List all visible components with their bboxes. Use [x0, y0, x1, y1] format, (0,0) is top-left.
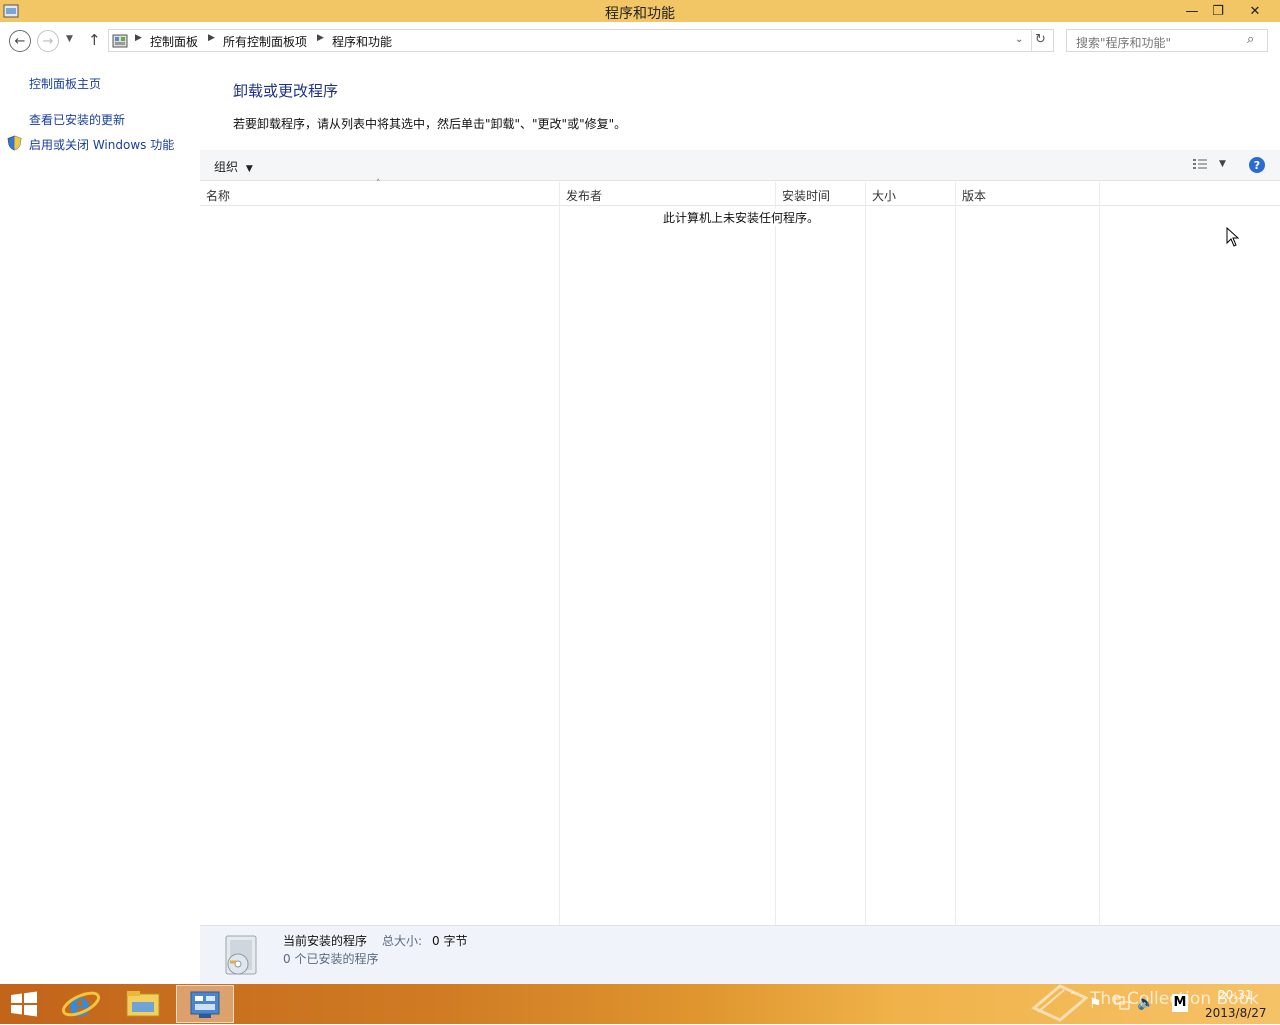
column-header-size[interactable]: 大小 [872, 187, 896, 204]
breadcrumb-control-panel[interactable]: 控制面板 [150, 33, 198, 50]
installed-count: 0 个已安装的程序 [283, 952, 379, 966]
organize-label: 组织 [214, 160, 239, 174]
close-button[interactable]: ✕ [1240, 0, 1270, 22]
chevron-down-icon: ▼ [245, 164, 253, 174]
address-divider [1031, 30, 1032, 51]
details-title: 当前安装的程序 [283, 934, 368, 948]
recent-locations-button[interactable]: ▼ [66, 34, 73, 44]
search-icon[interactable]: ⌕ [1247, 32, 1254, 47]
refresh-button[interactable]: ↻ [1035, 32, 1046, 47]
book-watermark-icon [1030, 978, 1089, 1022]
total-size-label: 总大小: [382, 934, 423, 948]
volume-icon[interactable]: 🔈 [1137, 995, 1154, 1011]
column-header-name[interactable]: 名称 [206, 187, 230, 204]
folder-icon [126, 991, 160, 1017]
view-options-button[interactable] [1192, 157, 1208, 171]
start-button[interactable] [10, 991, 38, 1017]
breadcrumb-separator: ▶ [317, 33, 324, 43]
taskbar-file-explorer[interactable] [124, 988, 162, 1020]
show-hidden-icons-button[interactable]: ˄ [1070, 990, 1076, 1003]
programs-icon [220, 932, 264, 978]
page-description: 若要卸载程序，请从列表中将其选中，然后单击"卸载"、"更改"或"修复"。 [233, 117, 627, 131]
taskbar-control-panel-active[interactable] [176, 985, 234, 1023]
search-input[interactable]: 搜索"程序和功能" ⌕ [1066, 29, 1268, 52]
help-button[interactable]: ? [1249, 157, 1265, 173]
svg-text:e: e [69, 986, 91, 1022]
column-divider[interactable] [865, 182, 866, 925]
arrow-right-icon: → [42, 33, 54, 49]
up-button[interactable]: ↑ [88, 31, 101, 49]
arrow-up-icon: ↑ [88, 31, 101, 49]
network-icon[interactable] [1114, 996, 1130, 1010]
sort-ascending-icon: ˄ [376, 179, 381, 189]
sidebar-item-windows-features[interactable]: 启用或关闭 Windows 功能 [29, 136, 174, 153]
view-dropdown-button[interactable]: ▼ [1219, 159, 1226, 169]
organize-button[interactable]: 组织 ▼ [214, 158, 253, 175]
address-dropdown-button[interactable]: ⌄ [1015, 34, 1023, 45]
taskbar: e ˄ The Collection Book ⚑ 🔈 M 20:31 2013… [0, 984, 1280, 1025]
column-header-publisher[interactable]: 发布者 [566, 187, 602, 204]
windows-logo-icon [11, 991, 37, 1017]
total-size-value: 0 字节 [432, 934, 468, 948]
breadcrumb-all-items[interactable]: 所有控制面板项 [223, 33, 307, 50]
sidebar-item-installed-updates[interactable]: 查看已安装的更新 [29, 111, 125, 128]
chevron-down-icon: ⌄ [1015, 34, 1024, 45]
taskbar-internet-explorer[interactable]: e [60, 985, 102, 1025]
internet-explorer-icon: e [61, 985, 101, 1025]
empty-list-message: 此计算机上未安装任何程序。 [663, 209, 820, 226]
forward-button[interactable]: → [37, 30, 59, 52]
column-header-version[interactable]: 版本 [962, 187, 986, 204]
sidebar: 控制面板主页 查看已安装的更新 启用或关闭 Windows 功能 [0, 58, 200, 984]
details-view-icon [1193, 159, 1207, 169]
column-divider[interactable] [955, 182, 956, 925]
clock-time[interactable]: 20:31 [1218, 988, 1253, 1002]
window-title: 程序和功能 [605, 6, 675, 22]
chevron-down-icon: ▼ [1219, 159, 1226, 169]
column-divider[interactable] [775, 182, 776, 925]
address-bar[interactable]: ▶ 控制面板 ▶ 所有控制面板项 ▶ 程序和功能 ⌄ ↻ [108, 29, 1054, 52]
title-bar: 程序和功能 — ❐ ✕ [0, 0, 1280, 22]
sidebar-item-home[interactable]: 控制面板主页 [29, 75, 101, 92]
control-panel-icon [190, 991, 220, 1018]
breadcrumb-programs-features[interactable]: 程序和功能 [332, 33, 392, 50]
restore-button[interactable]: ❐ [1203, 0, 1233, 22]
action-center-flag-icon[interactable]: ⚑ [1089, 996, 1102, 1012]
control-panel-icon [112, 33, 128, 49]
input-method-icon[interactable]: M [1172, 994, 1188, 1012]
command-bar: 组织 ▼ ▼ ? [200, 150, 1280, 181]
search-placeholder: 搜索"程序和功能" [1076, 36, 1172, 50]
shield-icon [7, 135, 22, 151]
refresh-icon: ↻ [1035, 32, 1046, 47]
column-divider[interactable] [559, 182, 560, 925]
mouse-cursor-icon [1226, 226, 1240, 247]
breadcrumb-separator: ▶ [135, 33, 142, 43]
help-icon: ? [1253, 158, 1261, 172]
details-pane: 当前安装的程序 总大小: 0 字节 0 个已安装的程序 [200, 925, 1280, 984]
column-header-row: 名称 ˄ 发布者 安装时间 大小 版本 [200, 179, 1280, 206]
arrow-left-icon: ← [14, 33, 26, 49]
back-button[interactable]: ← [9, 30, 31, 52]
breadcrumb-separator: ▶ [208, 33, 215, 43]
page-title: 卸载或更改程序 [233, 82, 339, 100]
chevron-up-icon: ˄ [1070, 990, 1076, 1003]
column-header-install-date[interactable]: 安装时间 [782, 187, 830, 204]
clock-date[interactable]: 2013/8/27 [1205, 1006, 1267, 1020]
column-divider[interactable] [1099, 182, 1100, 925]
